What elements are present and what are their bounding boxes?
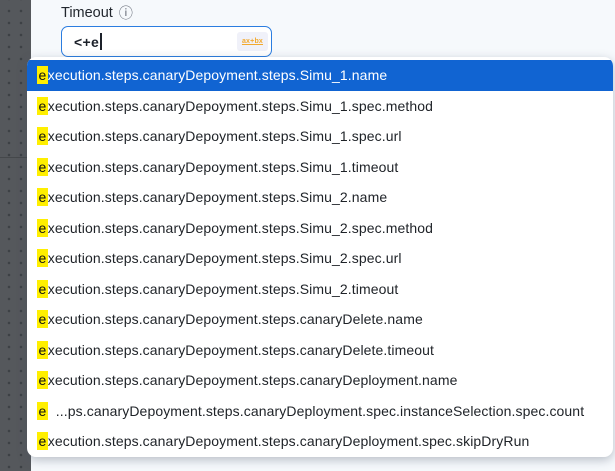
suggestion-item[interactable]: execution.steps.canaryDepoyment.steps.ca…	[27, 365, 613, 396]
expression-suggestions-popover: execution.steps.canaryDepoyment.steps.Si…	[27, 57, 613, 457]
suggestion-text: xecution.steps.canaryDepoyment.steps.can…	[48, 342, 434, 358]
suggestion-item[interactable]: execution.steps.canaryDepoyment.steps.Si…	[27, 60, 613, 91]
timeout-input-value: <+e	[74, 34, 99, 50]
suggestion-text: ...ps.canaryDepoyment.steps.canaryDeploy…	[48, 403, 584, 419]
info-icon[interactable]: ⓘ	[119, 6, 133, 20]
suggestion-item[interactable]: execution.steps.canaryDepoyment.steps.Si…	[27, 274, 613, 305]
match-highlight: e	[37, 127, 48, 145]
suggestion-item[interactable]: execution.steps.canaryDepoyment.steps.Si…	[27, 91, 613, 122]
suggestion-text: xecution.steps.canaryDepoyment.steps.Sim…	[48, 220, 433, 236]
suggestion-text: xecution.steps.canaryDepoyment.steps.can…	[48, 372, 458, 388]
suggestion-text: xecution.steps.canaryDepoyment.steps.can…	[48, 311, 423, 327]
match-highlight: e	[37, 371, 48, 389]
suggestion-text: xecution.steps.canaryDepoyment.steps.can…	[48, 433, 530, 449]
timeout-field-label: Timeout ⓘ	[61, 3, 133, 23]
match-highlight: e	[37, 402, 48, 420]
match-highlight: e	[37, 280, 48, 298]
suggestion-item[interactable]: execution.steps.canaryDepoyment.steps.Si…	[27, 121, 613, 152]
suggestion-item[interactable]: e ...ps.canaryDepoyment.steps.canaryDepl…	[27, 396, 613, 427]
match-highlight: e	[37, 432, 48, 450]
text-caret	[100, 33, 102, 50]
match-highlight: e	[37, 188, 48, 206]
match-highlight: e	[37, 158, 48, 176]
timeout-input[interactable]: <+e ax+bx	[61, 26, 272, 57]
suggestion-text: xecution.steps.canaryDepoyment.steps.Sim…	[48, 250, 402, 266]
suggestion-text: xecution.steps.canaryDepoyment.steps.Sim…	[48, 159, 399, 175]
suggestion-item[interactable]: execution.steps.canaryDepoyment.steps.Si…	[27, 152, 613, 183]
suggestion-text: xecution.steps.canaryDepoyment.steps.Sim…	[48, 189, 387, 205]
expression-badge-icon[interactable]: ax+bx	[237, 32, 268, 51]
timeout-label-text: Timeout	[61, 5, 113, 21]
match-highlight: e	[37, 66, 48, 84]
suggestion-item[interactable]: execution.steps.canaryDepoyment.steps.Si…	[27, 243, 613, 274]
match-highlight: e	[37, 219, 48, 237]
suggestion-item[interactable]: execution.steps.canaryDepoyment.steps.ca…	[27, 426, 613, 457]
match-highlight: e	[37, 249, 48, 267]
suggestion-item[interactable]: execution.steps.canaryDepoyment.steps.ca…	[27, 304, 613, 335]
suggestion-text: xecution.steps.canaryDepoyment.steps.Sim…	[48, 281, 399, 297]
suggestion-item[interactable]: execution.steps.canaryDepoyment.steps.ca…	[27, 335, 613, 366]
match-highlight: e	[37, 97, 48, 115]
match-highlight: e	[37, 310, 48, 328]
suggestion-text: xecution.steps.canaryDepoyment.steps.Sim…	[48, 98, 433, 114]
suggestion-text: xecution.steps.canaryDepoyment.steps.Sim…	[48, 67, 387, 83]
suggestion-text: xecution.steps.canaryDepoyment.steps.Sim…	[48, 128, 402, 144]
suggestion-item[interactable]: execution.steps.canaryDepoyment.steps.Si…	[27, 182, 613, 213]
suggestion-item[interactable]: execution.steps.canaryDepoyment.steps.Si…	[27, 213, 613, 244]
match-highlight: e	[37, 341, 48, 359]
